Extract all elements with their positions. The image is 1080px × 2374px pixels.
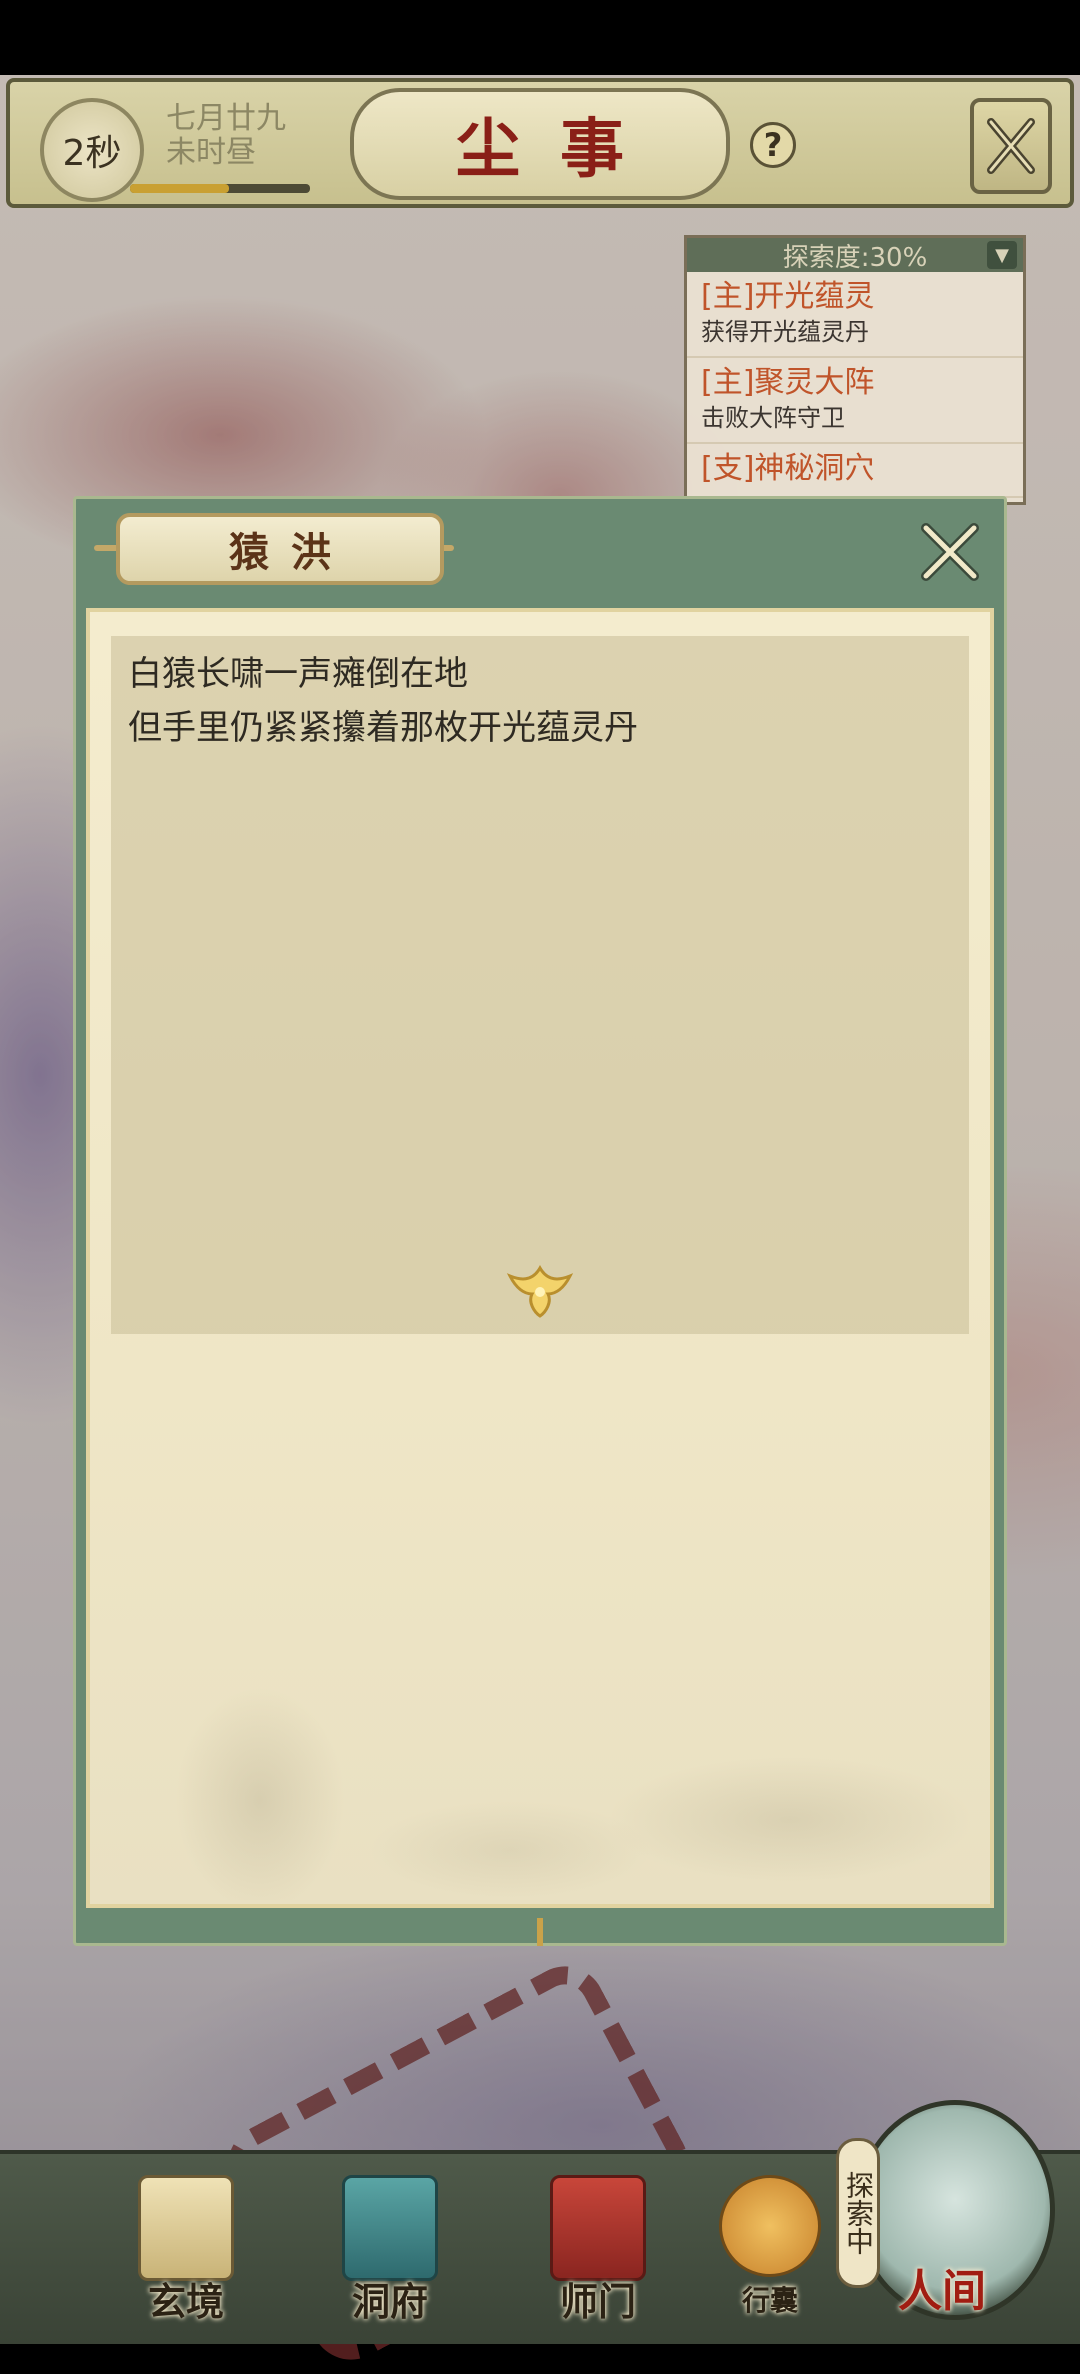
- quest-item[interactable]: [支]神秘洞穴: [687, 444, 1023, 498]
- nav-xuanjing[interactable]: 玄境: [116, 2175, 256, 2335]
- quest-item[interactable]: [主]聚灵大阵 击败大阵守卫: [687, 358, 1023, 444]
- help-icon: ?: [763, 126, 783, 164]
- close-icon: [921, 523, 979, 581]
- quest-title: [主]开光蕴灵: [701, 279, 875, 314]
- pouch-icon: [719, 2175, 821, 2277]
- nav-xingnang[interactable]: 行囊: [700, 2175, 840, 2335]
- time-progress-bar: [130, 184, 310, 193]
- tracker-collapse-button[interactable]: ▼: [987, 241, 1017, 269]
- dialog-clasp-icon: [537, 1918, 543, 1946]
- nav-shimen[interactable]: 师门: [528, 2175, 668, 2335]
- dialogue-line: 但手里仍紧紧攥着那枚开光蕴灵丹: [128, 708, 638, 748]
- status-bar-area: [0, 0, 1080, 75]
- time-progress-fill: [130, 184, 229, 193]
- nav-label: 师门: [559, 2279, 636, 2324]
- game-date: 七月廿九 未时昼: [166, 102, 286, 170]
- nav-label: 玄境: [147, 2279, 224, 2324]
- pavilion-icon: [342, 2175, 438, 2281]
- chevron-down-icon: ▼: [995, 244, 1009, 266]
- scroll-icon: [138, 2175, 234, 2281]
- nav-label: 行囊: [741, 2284, 798, 2317]
- help-button[interactable]: ?: [750, 122, 796, 168]
- banner-icon: [550, 2175, 646, 2281]
- quest-item[interactable]: [主]开光蕴灵 获得开光蕴灵丹: [687, 272, 1023, 358]
- quest-title: [主]聚灵大阵: [701, 365, 875, 400]
- close-icon: [987, 118, 1035, 174]
- continue-indicator-icon[interactable]: [502, 1260, 578, 1320]
- dialogue-line: 白猿长啸一声瘫倒在地: [128, 654, 468, 694]
- timer-badge: 2秒: [40, 98, 144, 202]
- world-label: 人间: [898, 2266, 986, 2317]
- exploration-label: 探索度:30%: [782, 242, 928, 273]
- quest-tracker: 探索度:30% ▼ [主]开光蕴灵 获得开光蕴灵丹 [主]聚灵大阵 击败大阵守卫…: [684, 235, 1026, 505]
- date-hour: 未时昼: [166, 135, 256, 170]
- landscape-mist: [90, 1580, 990, 1900]
- quest-title: [支]神秘洞穴: [701, 451, 875, 486]
- quest-desc: 击败大阵守卫: [701, 404, 845, 432]
- speaker-name: 猿洪: [116, 513, 444, 585]
- exploration-header: 探索度:30% ▼: [687, 238, 1023, 273]
- nav-label: 洞府: [351, 2279, 428, 2324]
- quest-desc: 获得开光蕴灵丹: [701, 318, 869, 346]
- date-lunar: 七月廿九: [166, 101, 286, 136]
- page-title: 尘事: [350, 88, 730, 200]
- header-close-button[interactable]: [970, 98, 1052, 194]
- timer-text: 2秒: [62, 133, 122, 174]
- nav-dongfu[interactable]: 洞府: [320, 2175, 460, 2335]
- dialog-close-button[interactable]: [914, 516, 986, 588]
